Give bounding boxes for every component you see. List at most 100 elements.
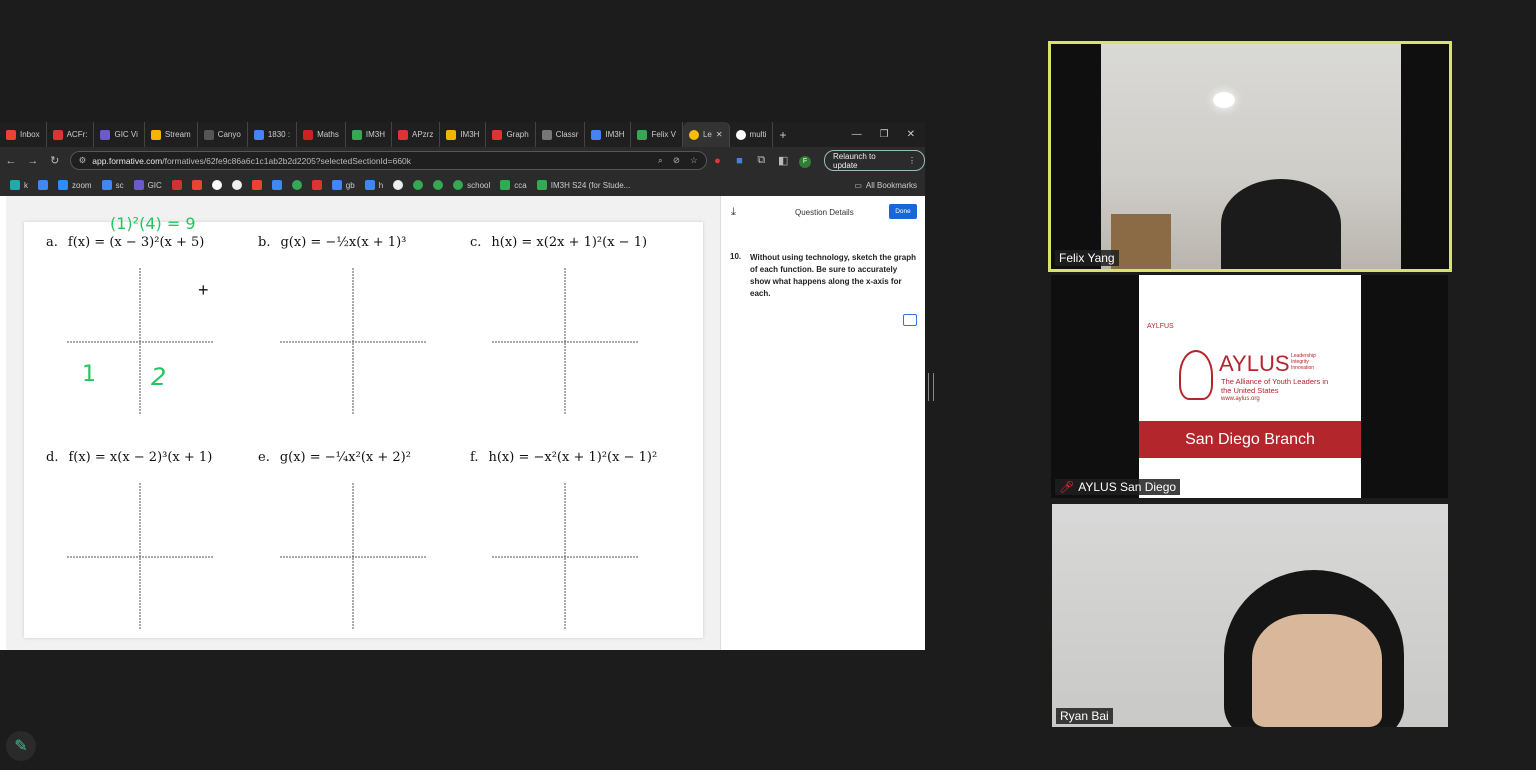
zoom-icon[interactable]: ⌕: [658, 155, 663, 166]
bookmark[interactable]: [211, 180, 222, 190]
coordinate-axes[interactable]: [492, 483, 638, 629]
reload-icon[interactable]: ↻: [44, 154, 66, 167]
video-tile-ryan[interactable]: Ryan Bai: [1052, 504, 1448, 727]
bookmark[interactable]: h: [364, 180, 383, 190]
bookmark[interactable]: gb: [331, 180, 355, 190]
coordinate-axes[interactable]: [67, 268, 213, 414]
star-icon[interactable]: ☆: [690, 155, 698, 166]
browser-tab[interactable]: APzrz: [392, 122, 441, 147]
video-tile-aylus[interactable]: AYLFUS AYLUS Leadership Integrity Innovati…: [1051, 275, 1448, 498]
browser-tab[interactable]: GIC Vi: [94, 122, 145, 147]
bookmark[interactable]: school: [453, 180, 490, 190]
extension-icon[interactable]: ●: [707, 155, 729, 167]
aylus-website: www.aylus.org: [1221, 396, 1260, 402]
question-number: 10.: [730, 252, 742, 261]
close-icon[interactable]: ✕: [907, 129, 915, 140]
problem-f: f. h(x) = −x²(x + 1)²(x − 1)²: [470, 450, 657, 465]
forward-icon[interactable]: →: [22, 155, 44, 167]
google-icon: [735, 129, 746, 140]
bookmark[interactable]: [393, 180, 404, 190]
collapse-panel-icon[interactable]: ⤓: [731, 206, 736, 219]
pdf-icon: [397, 129, 408, 140]
browser-tab[interactable]: IM3H: [585, 122, 632, 147]
pdf-icon: [52, 129, 63, 140]
video-feed: [1101, 44, 1401, 269]
bookmark[interactable]: [191, 180, 202, 190]
worksheet-page[interactable]: a. f(x) = (x − 3)²(x + 5) b. g(x) = −½x(x …: [24, 214, 703, 638]
bookmark[interactable]: [311, 180, 322, 190]
browser-tab[interactable]: Maths: [297, 122, 346, 147]
bookmark[interactable]: [251, 180, 262, 190]
bookmark[interactable]: [291, 180, 302, 190]
browser-tab[interactable]: Inbox: [0, 122, 47, 147]
bookmark-label: GIC: [147, 180, 162, 190]
bookmark[interactable]: k: [10, 180, 28, 190]
extensions-puzzle-icon[interactable]: ⧉: [750, 154, 772, 167]
doc-icon: [38, 180, 48, 190]
site-info-icon[interactable]: ⚙: [79, 155, 87, 166]
browser-tab[interactable]: IM3H: [440, 122, 487, 147]
annotate-pencil-button[interactable]: ✎: [6, 731, 36, 761]
minimize-icon[interactable]: —: [852, 129, 862, 140]
browser-tab[interactable]: Graph: [486, 122, 536, 147]
browser-tab[interactable]: 1830 :: [248, 122, 298, 147]
all-bookmarks-button[interactable]: ▭ All Bookmarks: [854, 181, 925, 190]
tab-label: IM3H: [605, 130, 625, 139]
coordinate-axes[interactable]: [492, 268, 638, 414]
profile-avatar[interactable]: F: [794, 154, 816, 168]
bookmark[interactable]: zoom: [58, 180, 92, 190]
more-menu-icon[interactable]: ⋮: [908, 156, 916, 165]
browser-tab[interactable]: multi: [730, 122, 774, 147]
aylus-tagline: Leadership Integrity Innovation: [1291, 353, 1316, 371]
tab-label: APzrz: [411, 130, 434, 139]
gmail-icon: [6, 129, 16, 140]
bookmark[interactable]: [38, 180, 48, 190]
problem-formula: g(x) = −½x(x + 1)³: [280, 235, 407, 250]
browser-tab[interactable]: Canyo: [198, 122, 248, 147]
back-icon[interactable]: ←: [0, 155, 22, 167]
browser-tab[interactable]: Stream: [145, 122, 198, 147]
browser-tab[interactable]: Classr: [536, 122, 586, 147]
new-tab-icon[interactable]: +: [773, 122, 792, 147]
address-bar[interactable]: ⚙ app.formative.com/formatives/62fe9c86a…: [69, 151, 707, 170]
coordinate-axes[interactable]: [67, 483, 213, 629]
problem-formula: h(x) = −x²(x + 1)²(x − 1)²: [488, 450, 658, 465]
bookmark[interactable]: [413, 180, 424, 190]
coordinate-axes[interactable]: [280, 483, 426, 629]
profile-initial: F: [799, 155, 812, 168]
bookmark[interactable]: [271, 180, 282, 190]
extension-icon[interactable]: ■: [728, 155, 750, 167]
window-controls: — ❐ ✕: [852, 129, 925, 140]
coordinate-axes[interactable]: [280, 268, 426, 414]
navigation-bar: ← → ↻ ⚙ app.formative.com/formatives/62f…: [0, 147, 925, 174]
relaunch-button[interactable]: Relaunch to update ⋮: [824, 150, 925, 171]
tab-label: GIC Vi: [114, 130, 138, 139]
problem-formula: g(x) = −¼x²(x + 2)²: [279, 450, 411, 465]
browser-tab-active[interactable]: Le ✕: [682, 122, 730, 147]
bookmark[interactable]: [231, 180, 242, 190]
bookmark[interactable]: [433, 180, 444, 190]
bookmark[interactable]: cca: [500, 180, 527, 190]
eye-off-icon[interactable]: ⊘: [673, 155, 680, 166]
gmail-icon: [251, 180, 262, 190]
problem-label: a.: [46, 235, 58, 250]
video-tile-felix[interactable]: Felix Yang: [1048, 41, 1452, 272]
browser-tab[interactable]: ACFr:: [47, 122, 95, 147]
tab-label: Classr: [555, 130, 579, 139]
bookmark[interactable]: [171, 180, 182, 190]
splitter-handle[interactable]: [928, 373, 934, 401]
bookmark[interactable]: sc: [101, 180, 124, 190]
doc-icon: [331, 180, 342, 190]
problem-formula: h(x) = x(2x + 1)²(x − 1): [491, 235, 648, 250]
bookmark[interactable]: GIC: [133, 180, 162, 190]
bookmark[interactable]: IM3H S24 (for Stude...: [536, 180, 630, 190]
comment-icon[interactable]: [903, 314, 917, 326]
browser-tab[interactable]: IM3H: [346, 122, 392, 147]
participant-name: AYLUS San Diego: [1078, 480, 1177, 494]
sidepanel-icon[interactable]: ◧: [772, 154, 794, 167]
browser-tab[interactable]: Felix V: [631, 122, 683, 147]
restore-icon[interactable]: ❐: [880, 129, 889, 140]
done-button[interactable]: Done: [889, 204, 917, 219]
problem-b: b. g(x) = −½x(x + 1)³: [258, 235, 406, 250]
tab-close-icon[interactable]: ✕: [716, 130, 723, 139]
